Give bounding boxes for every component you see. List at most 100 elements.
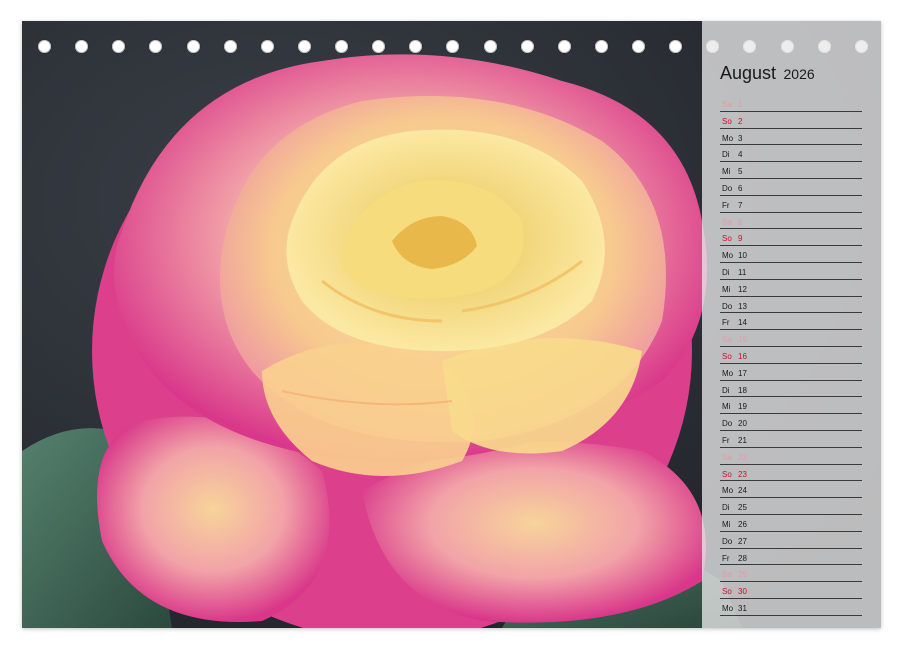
binding-ring	[669, 40, 683, 53]
weekday-label: Mi	[722, 284, 731, 294]
day-row: So 30	[720, 582, 862, 599]
weekday-label: So	[722, 234, 732, 244]
day-number: 9	[738, 234, 743, 244]
day-row: Fr 14	[720, 313, 862, 331]
day-number: 3	[738, 133, 743, 143]
weekday-label: So	[722, 469, 732, 479]
binding-ring	[75, 40, 89, 53]
day-number: 7	[738, 200, 743, 210]
day-number: 6	[738, 183, 743, 193]
binding-ring	[186, 40, 200, 53]
weekday-label: Fr	[722, 553, 730, 563]
day-row: Sa 1	[720, 95, 862, 112]
month-year: 2026	[783, 66, 815, 82]
day-number: 15	[738, 335, 747, 345]
day-number: 5	[738, 167, 743, 177]
day-number: 24	[738, 486, 747, 496]
day-number: 19	[738, 402, 747, 412]
day-row: Di 11	[720, 263, 862, 280]
day-number: 29	[738, 570, 747, 580]
binding-ring	[446, 40, 460, 53]
weekday-label: Mi	[722, 167, 731, 177]
binding-ring	[594, 40, 608, 53]
day-row: So 2	[720, 112, 862, 129]
day-row: Do 27	[720, 532, 862, 549]
weekday-label: Di	[722, 503, 730, 513]
weekday-label: Do	[722, 419, 733, 429]
weekday-label: So	[722, 587, 732, 597]
binding-ring	[409, 40, 423, 53]
weekday-label: Sa	[722, 100, 732, 109]
day-row: Sa 29	[720, 565, 862, 583]
weekday-label: Mo	[722, 486, 734, 496]
weekday-label: Sa	[722, 570, 732, 580]
weekday-label: Mo	[722, 133, 734, 143]
binding-ring	[38, 40, 51, 53]
day-number: 12	[738, 284, 747, 294]
day-number: 28	[738, 553, 747, 563]
binding-ring	[520, 40, 534, 53]
day-number: 10	[738, 251, 747, 261]
day-row: Fr 21	[720, 431, 862, 448]
binding-ring	[260, 40, 274, 53]
day-number: 26	[738, 519, 747, 529]
day-number: 22	[738, 452, 747, 462]
weekday-label: Di	[722, 267, 730, 277]
day-number: 20	[738, 419, 747, 429]
day-row: So 16	[720, 347, 862, 364]
day-row: Mo 17	[720, 364, 862, 381]
weekday-label: Mo	[722, 251, 734, 261]
weekday-label: Do	[722, 301, 733, 311]
weekday-label: Fr	[722, 435, 730, 445]
binding-ring	[483, 40, 497, 53]
binding-ring	[149, 40, 163, 53]
day-row: So 9	[720, 229, 862, 247]
weekday-label: Mo	[722, 603, 734, 613]
day-row: Sa 8	[720, 213, 862, 230]
weekday-label: So	[722, 116, 732, 126]
day-row: Mi 26	[720, 515, 862, 532]
month-title: August 2026	[720, 63, 815, 84]
binding-ring	[372, 40, 386, 53]
binding-ring	[335, 40, 348, 53]
day-number: 2	[738, 116, 743, 126]
day-row: Mi 12	[720, 280, 862, 297]
day-number: 8	[738, 217, 743, 227]
calendar-panel: August 2026 Sa 1 So 2 Mo 3 Di 4 Mi 5 Do 6 Fr 7 Sa 8 So 9 M…	[702, 21, 881, 628]
day-row: Di 18	[720, 381, 862, 398]
day-row: Fr 28	[720, 549, 862, 566]
day-row: Mo 10	[720, 246, 862, 263]
weekday-label: Mo	[722, 368, 734, 378]
binding-ring	[632, 40, 645, 53]
calendar-page: August 2026 Sa 1 So 2 Mo 3 Di 4 Mi 5 Do 6 Fr 7 Sa 8 So 9 M…	[22, 21, 881, 628]
weekday-label: Do	[722, 536, 733, 546]
weekday-label: Mi	[722, 519, 731, 529]
day-row: Mi 19	[720, 397, 862, 415]
day-row: Mo 24	[720, 481, 862, 499]
month-name: August	[720, 63, 777, 83]
day-number: 18	[738, 385, 747, 395]
binding-ring	[223, 40, 237, 53]
day-row: Do 13	[720, 297, 862, 314]
day-row: Di 4	[720, 145, 862, 163]
weekday-label: Di	[722, 385, 730, 395]
day-number: 30	[738, 587, 747, 597]
day-row: Mo 3	[720, 129, 862, 146]
day-number: 21	[738, 435, 747, 445]
day-number: 31	[738, 603, 747, 613]
weekday-label: Do	[722, 183, 733, 193]
day-number: 14	[738, 318, 747, 328]
binding-ring	[112, 40, 126, 53]
weekday-label: Sa	[722, 452, 732, 462]
binding-ring	[557, 40, 571, 53]
day-row: Sa 22	[720, 448, 862, 465]
day-number: 16	[738, 351, 747, 361]
day-number: 13	[738, 301, 747, 311]
weekday-label: Di	[722, 150, 730, 160]
day-row: Do 20	[720, 414, 862, 431]
binding-ring	[297, 40, 311, 53]
day-row: Fr 7	[720, 196, 862, 213]
day-row: Mi 5	[720, 162, 862, 179]
day-number: 25	[738, 503, 747, 513]
weekday-label: Fr	[722, 200, 730, 210]
